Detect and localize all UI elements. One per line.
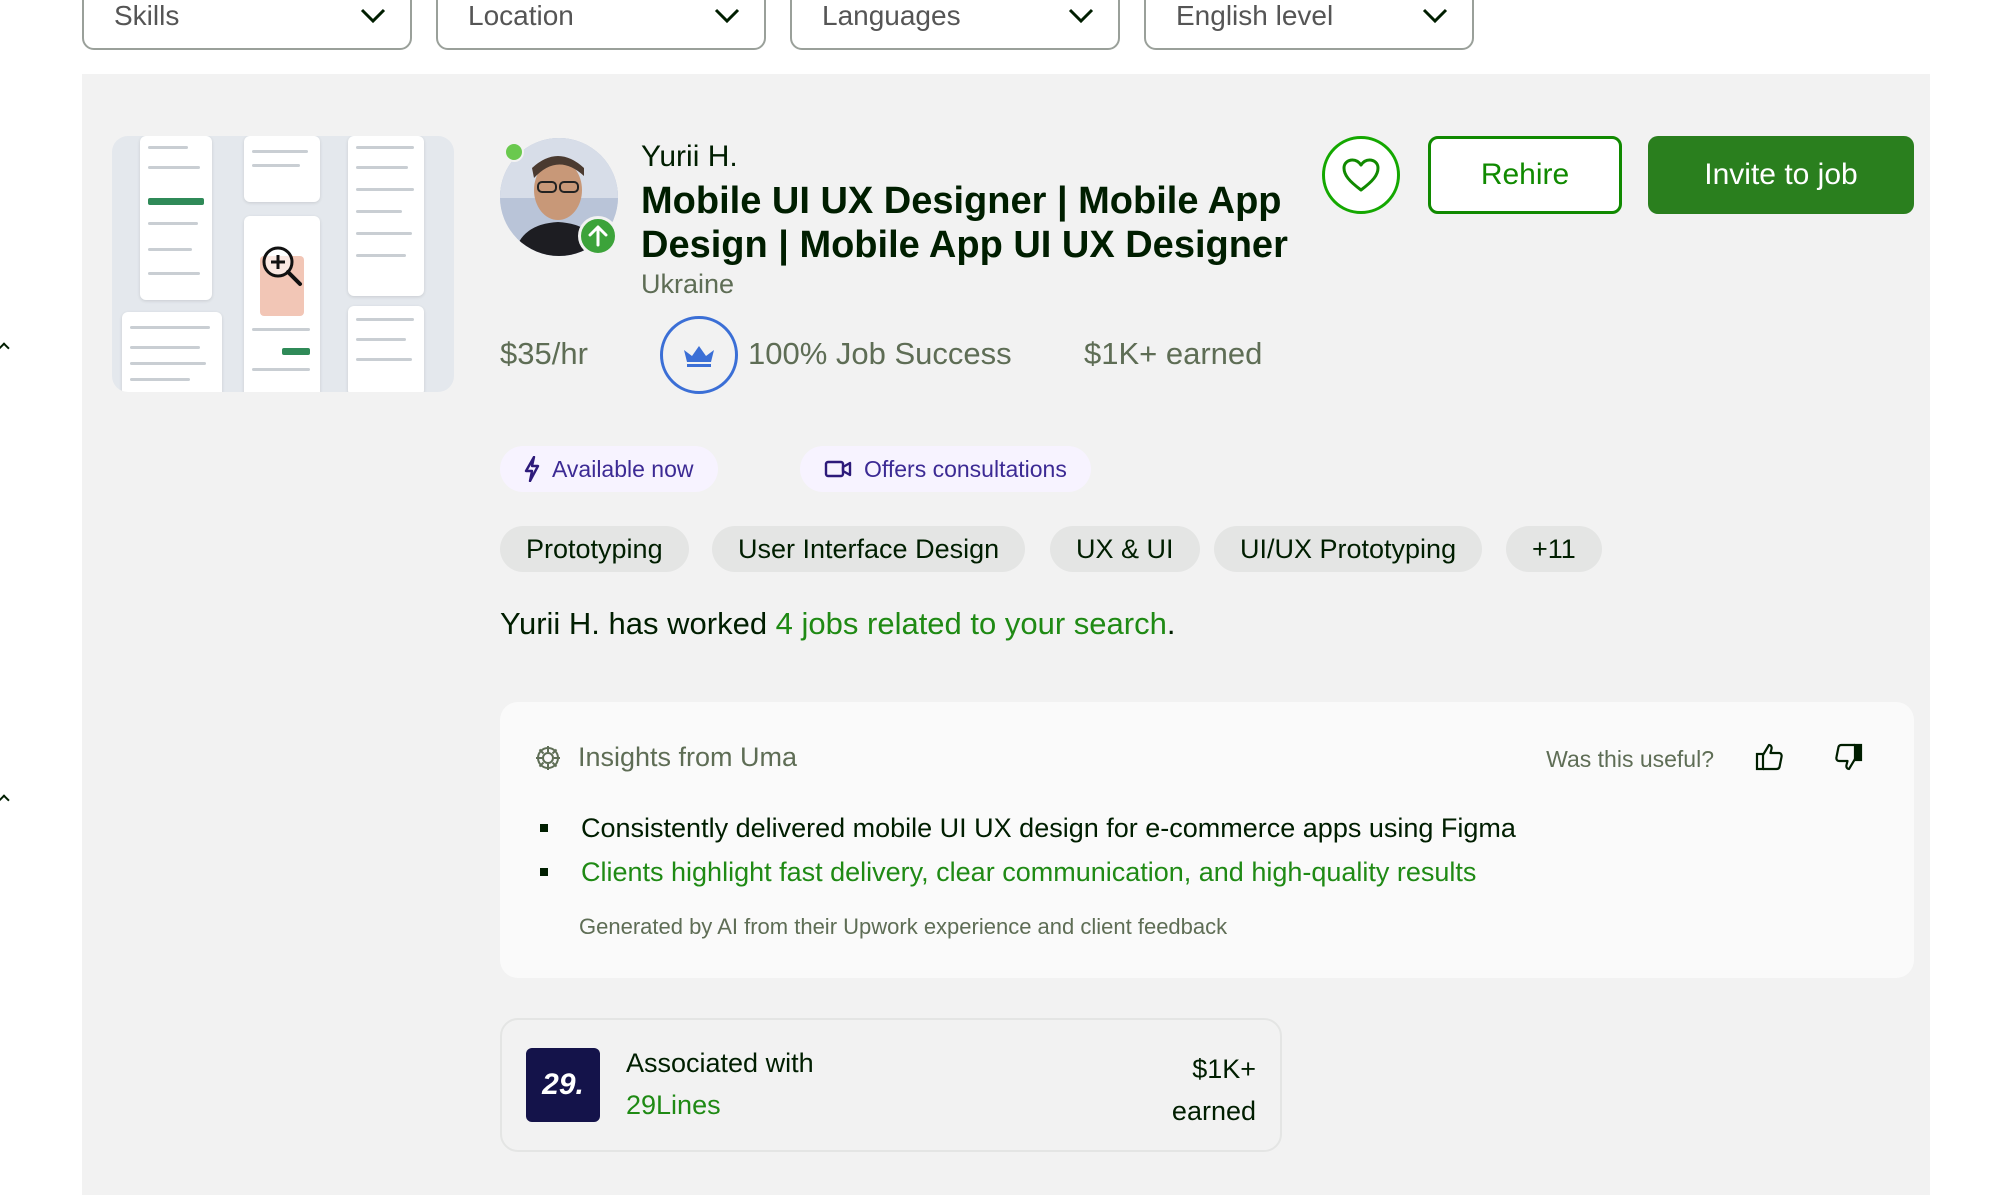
insights-title: Insights from Uma bbox=[578, 742, 798, 772]
skill-tag[interactable]: Prototyping bbox=[500, 526, 689, 572]
associated-with-label: Associated with bbox=[626, 1048, 814, 1078]
filter-location-label: Location bbox=[468, 0, 574, 31]
related-jobs-prefix: Yurii H. has worked bbox=[500, 606, 776, 641]
freelancer-country: Ukraine bbox=[641, 269, 735, 299]
more-skills-tag[interactable]: +11 bbox=[1506, 526, 1602, 572]
related-jobs-suffix: . bbox=[1166, 606, 1176, 641]
agency-earned: $1K+ earned bbox=[1172, 1048, 1256, 1132]
offers-consultations-badge: Offers consultations bbox=[800, 446, 1091, 492]
agency-earned-amount: $1K+ bbox=[1192, 1054, 1256, 1084]
chevron-down-icon bbox=[714, 8, 740, 24]
ai-insights-panel: Insights from Uma Was this useful? Consi… bbox=[500, 702, 1914, 978]
filter-languages[interactable]: Languages bbox=[790, 0, 1120, 50]
was-useful-label: Was this useful? bbox=[1546, 746, 1714, 772]
portfolio-thumbnail[interactable] bbox=[112, 136, 454, 392]
save-freelancer-button[interactable] bbox=[1322, 136, 1400, 214]
job-success: 100% Job Success bbox=[748, 336, 1012, 371]
freelancer-name[interactable]: Yurii H. bbox=[641, 140, 738, 174]
insights-header: Insights from Uma bbox=[534, 742, 797, 773]
agency-association[interactable]: 29. Associated with 29Lines $1K+ earned bbox=[500, 1018, 1282, 1152]
available-now-badge: Available now bbox=[500, 446, 718, 492]
freelancer-card[interactable]: Yurii H. Mobile UI UX Designer | Mobile … bbox=[82, 74, 1930, 1195]
freelancer-title[interactable]: Mobile UI UX Designer | Mobile App Desig… bbox=[641, 179, 1341, 267]
ai-disclaimer: Generated by AI from their Upwork experi… bbox=[579, 914, 1228, 939]
offers-consultations-label: Offers consultations bbox=[864, 455, 1067, 482]
zoom-in-icon[interactable] bbox=[260, 244, 304, 288]
avatar[interactable] bbox=[500, 138, 618, 256]
online-status-dot bbox=[504, 142, 524, 162]
arrow-up-icon bbox=[578, 216, 618, 256]
chevron-down-icon bbox=[1068, 8, 1094, 24]
thumbs-up-icon[interactable] bbox=[1754, 742, 1784, 772]
agency-name-link[interactable]: 29Lines bbox=[626, 1090, 721, 1121]
top-rated-badge[interactable] bbox=[660, 316, 738, 394]
skill-tag[interactable]: UI/UX Prototyping bbox=[1214, 526, 1483, 572]
lightning-icon bbox=[524, 456, 540, 482]
chevron-left-icon bbox=[0, 794, 10, 806]
chevron-down-icon bbox=[360, 8, 386, 24]
thumbs-down-icon[interactable] bbox=[1834, 742, 1864, 772]
filter-skills[interactable]: Skills bbox=[82, 0, 412, 50]
invite-to-job-button[interactable]: Invite to job bbox=[1648, 136, 1914, 214]
skill-tag[interactable]: User Interface Design bbox=[712, 526, 1026, 572]
filter-english-level-label: English level bbox=[1176, 0, 1334, 31]
crown-icon bbox=[684, 346, 714, 367]
insight-item: Consistently delivered mobile UI UX desi… bbox=[540, 806, 1516, 850]
ai-sparkle-icon bbox=[536, 745, 560, 770]
filter-location[interactable]: Location bbox=[436, 0, 766, 50]
related-jobs-link[interactable]: 4 jobs related to your search bbox=[776, 606, 1167, 641]
filter-skills-label: Skills bbox=[114, 0, 180, 31]
hourly-rate: $35/hr bbox=[500, 336, 588, 371]
available-now-label: Available now bbox=[552, 455, 694, 482]
agency-earned-label: earned bbox=[1171, 1096, 1256, 1126]
filter-bar: Skills Location Languages English level bbox=[82, 0, 1474, 50]
heart-icon bbox=[1342, 158, 1380, 192]
related-jobs-text: Yurii H. has worked 4 jobs related to yo… bbox=[500, 606, 1175, 642]
chevron-down-icon bbox=[1422, 8, 1448, 24]
chevron-left-icon bbox=[0, 342, 10, 354]
filter-languages-label: Languages bbox=[822, 0, 961, 31]
filter-english-level[interactable]: English level bbox=[1144, 0, 1474, 50]
video-camera-icon bbox=[824, 460, 852, 478]
insight-item-link[interactable]: Clients highlight fast delivery, clear c… bbox=[540, 850, 1516, 894]
insights-list: Consistently delivered mobile UI UX desi… bbox=[540, 806, 1516, 894]
total-earned: $1K+ earned bbox=[1084, 336, 1263, 371]
skill-tag[interactable]: UX & UI bbox=[1050, 526, 1200, 572]
rehire-button[interactable]: Rehire bbox=[1428, 136, 1622, 214]
agency-logo: 29. bbox=[526, 1048, 600, 1122]
